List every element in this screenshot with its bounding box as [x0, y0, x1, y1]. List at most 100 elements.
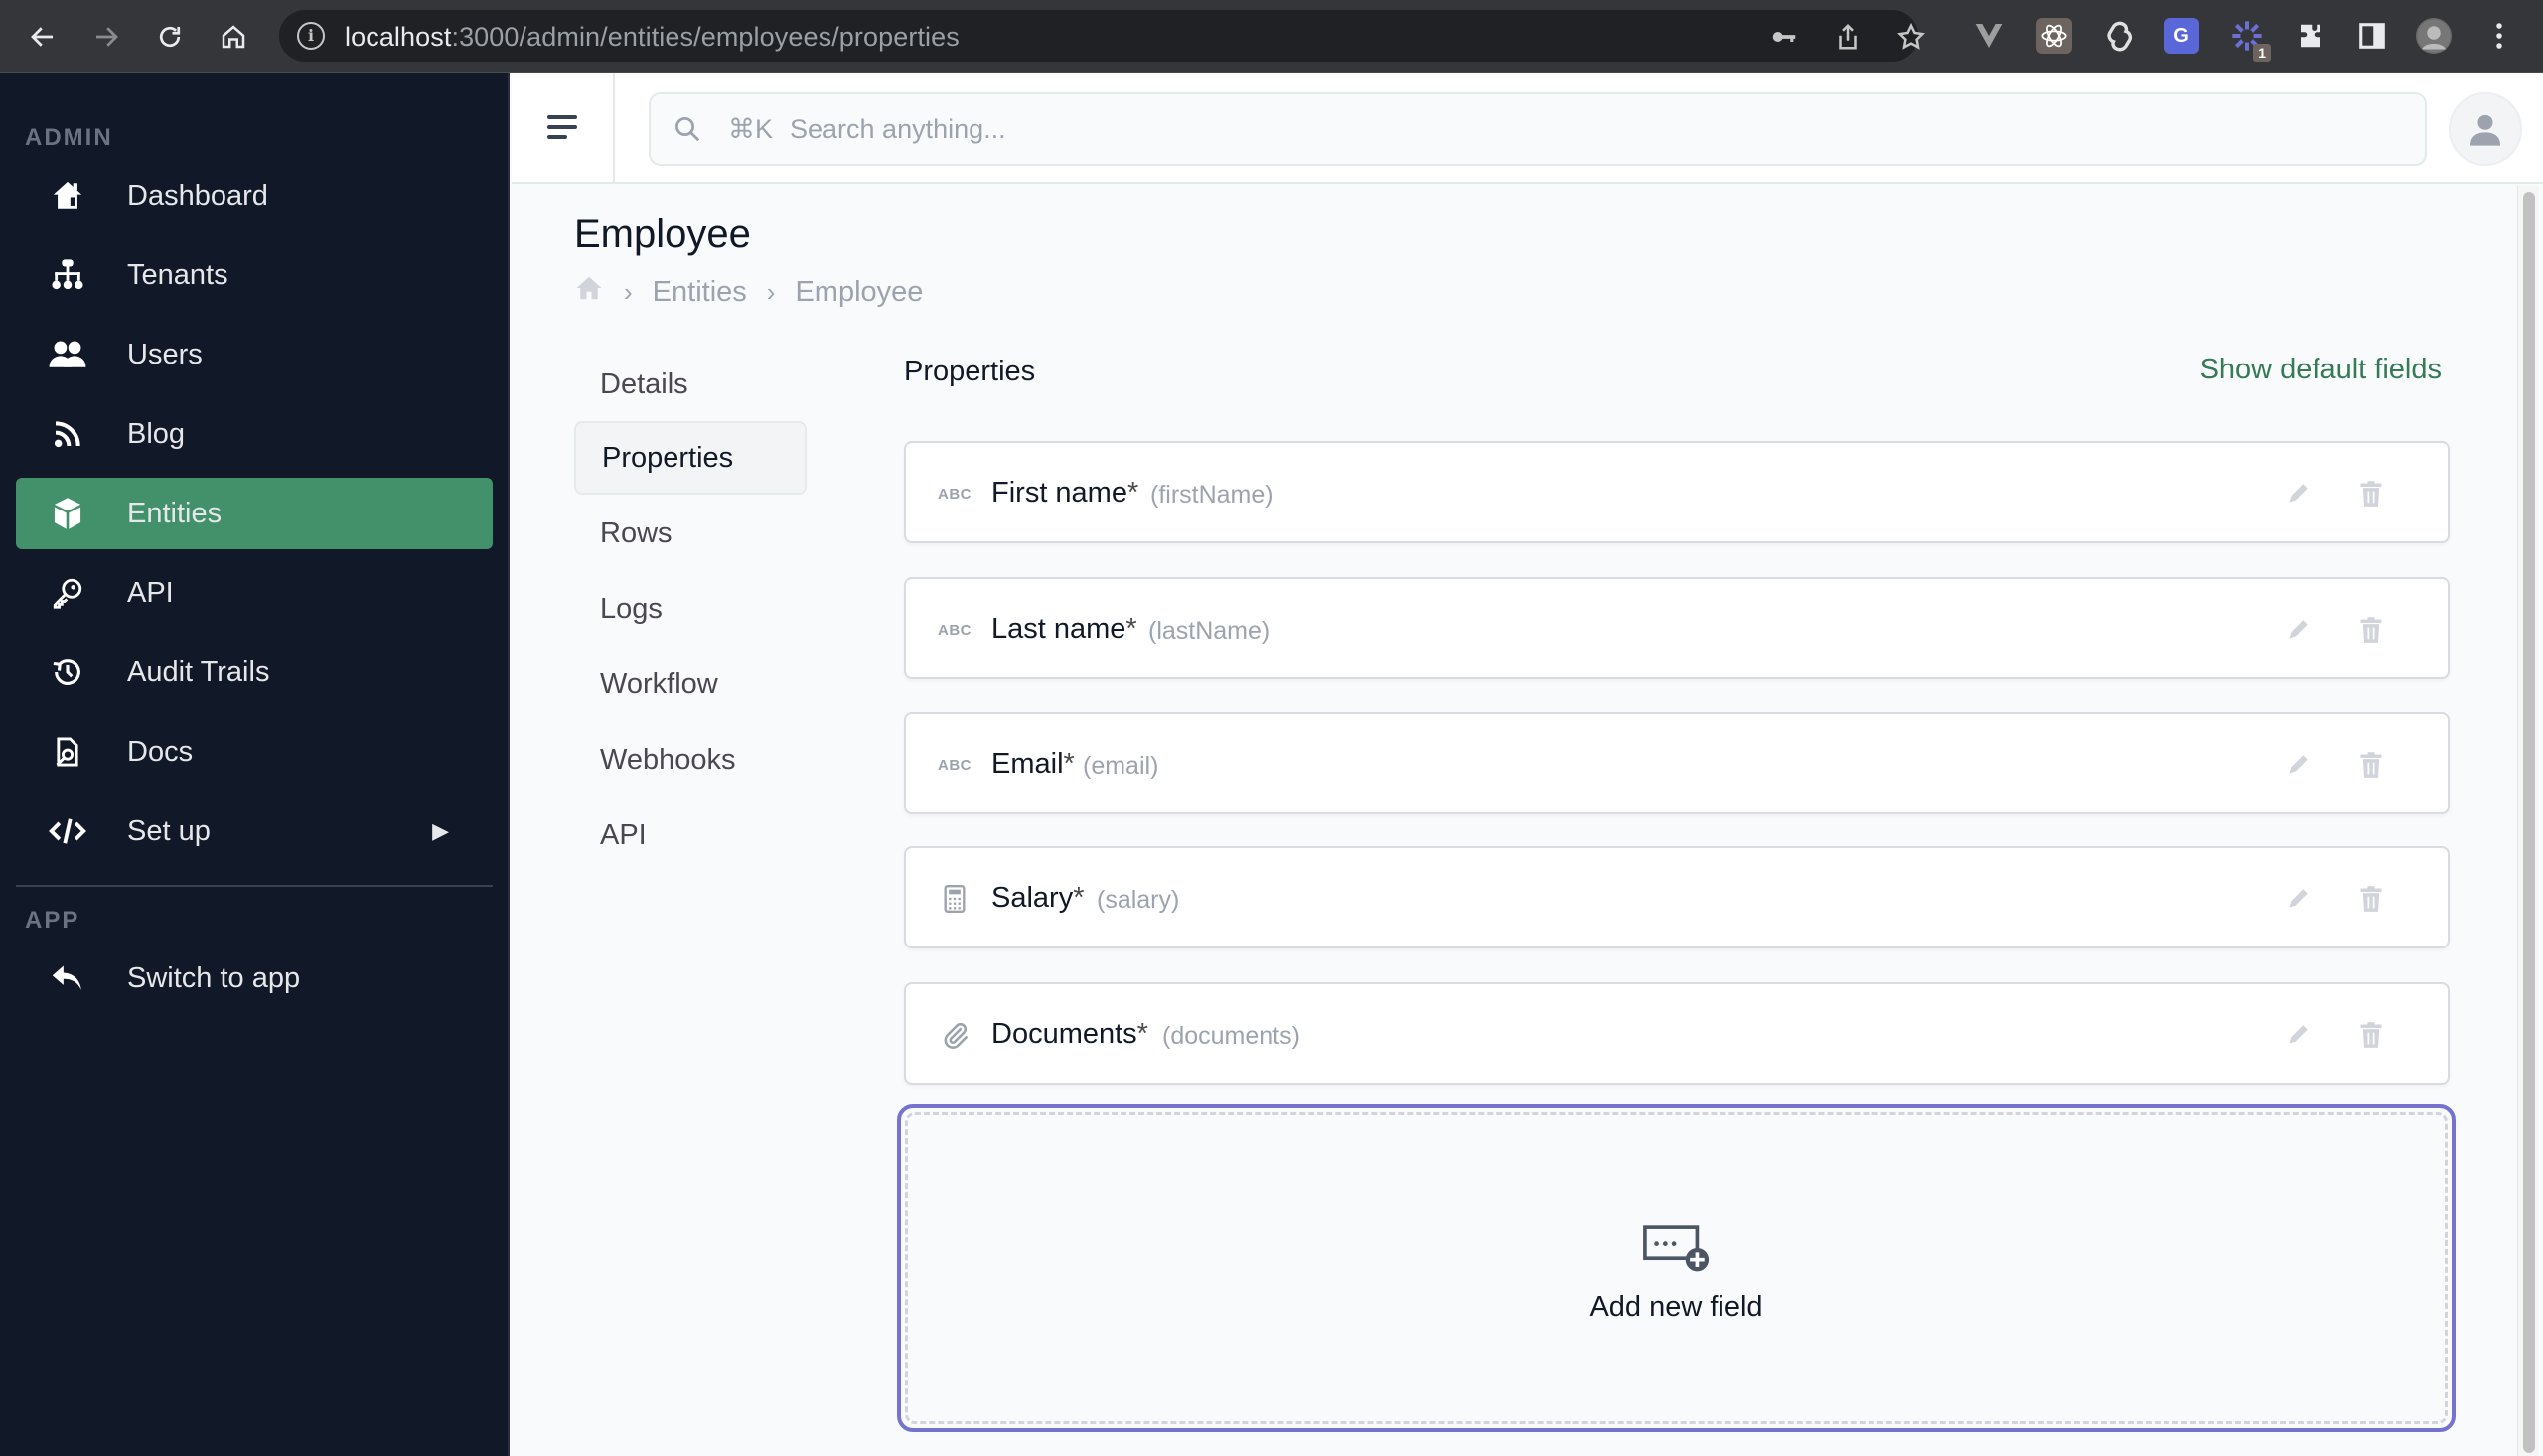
page-title: Employee [574, 213, 751, 256]
search-icon [673, 114, 702, 149]
sidebar-item-tenants[interactable]: Tenants [16, 239, 493, 311]
property-row-documents[interactable]: Documents* (documents) [904, 982, 2450, 1085]
delete-property-button[interactable] [2354, 613, 2388, 647]
section-label-app: APP [25, 907, 80, 934]
back-button[interactable] [24, 18, 62, 56]
loading-spinner-extension-icon[interactable]: 1 [2229, 18, 2271, 62]
delete-property-button[interactable] [2354, 748, 2388, 782]
menu-toggle-button[interactable] [512, 73, 615, 182]
site-info-icon[interactable]: i [297, 22, 325, 50]
delete-property-button[interactable] [2354, 1018, 2388, 1052]
tab-rows[interactable]: Rows [574, 497, 807, 570]
property-row-first-name[interactable]: ABC First name* (firstName) [904, 441, 2450, 543]
property-key: (lastName) [1148, 617, 1271, 645]
property-row-email[interactable]: ABC Email* (email) [904, 712, 2450, 814]
edit-property-button[interactable] [2281, 477, 2315, 510]
add-field-icon [1642, 1224, 1712, 1278]
edit-property-button[interactable] [2281, 882, 2315, 916]
property-label: Salary* [991, 882, 1085, 914]
pencil-icon [2289, 1025, 2308, 1044]
kebab-menu-icon[interactable] [2481, 18, 2517, 54]
tab-logs[interactable]: Logs [574, 572, 807, 646]
calculator-icon [938, 882, 972, 916]
delete-property-button[interactable] [2354, 477, 2388, 510]
password-key-icon[interactable] [1769, 22, 1799, 52]
sidebar-item-dashboard[interactable]: Dashboard [16, 160, 493, 231]
add-new-field-button[interactable]: Add new field [897, 1104, 2456, 1432]
pencil-icon [2289, 889, 2308, 908]
sidebar-item-label: Switch to app [127, 961, 301, 994]
tab-details[interactable]: Details [574, 348, 807, 421]
edit-property-button[interactable] [2281, 748, 2315, 782]
text-type-icon: ABC [938, 756, 972, 774]
home-icon [48, 176, 87, 216]
sidebar-item-docs[interactable]: Docs [16, 716, 493, 788]
breadcrumb-employee[interactable]: Employee [795, 276, 923, 309]
extension-badge: 1 [2253, 44, 2271, 62]
profile-avatar-icon[interactable] [2416, 18, 2452, 54]
property-row-last-name[interactable]: ABC Last name* (lastName) [904, 577, 2450, 679]
show-default-fields-button[interactable]: Show default fields [2200, 354, 2442, 386]
forward-button[interactable] [87, 18, 125, 56]
chevron-right-icon: › [766, 276, 776, 307]
sidebar-item-users[interactable]: Users [16, 319, 493, 390]
google-translate-extension-icon[interactable]: G [2164, 18, 2199, 54]
user-avatar-button[interactable] [2449, 92, 2522, 166]
user-icon [2470, 114, 2500, 146]
breadcrumb-home[interactable] [574, 273, 604, 311]
property-key: (firstName) [1150, 481, 1273, 509]
sidebar-item-audit-trails[interactable]: Audit Trails [16, 637, 493, 708]
pencil-icon [2289, 620, 2308, 639]
sidebar-item-blog[interactable]: Blog [16, 398, 493, 470]
search-input[interactable] [790, 114, 2379, 145]
edit-property-button[interactable] [2281, 1018, 2315, 1052]
sidebar-item-entities[interactable]: Entities [16, 478, 493, 549]
tab-properties[interactable]: Properties [574, 421, 807, 495]
arrow-right-icon [96, 27, 118, 47]
sidebar-item-api[interactable]: API [16, 557, 493, 629]
trash-icon [2360, 617, 2382, 643]
property-label: Documents* [991, 1018, 1148, 1050]
home-button[interactable] [215, 18, 252, 56]
react-devtools-extension-icon[interactable] [2036, 18, 2072, 54]
bookmark-star-icon[interactable] [1896, 22, 1926, 52]
property-label: Last name* [991, 613, 1137, 645]
section-label-admin: ADMIN [25, 124, 113, 151]
scrollbar-thumb[interactable] [2523, 192, 2535, 1453]
menu-line [547, 135, 567, 139]
side-panel-icon[interactable] [2354, 18, 2390, 54]
tab-webhooks[interactable]: Webhooks [574, 723, 807, 797]
pencil-icon [2289, 755, 2308, 774]
page-scrollbar[interactable] [2517, 186, 2539, 1456]
delete-property-button[interactable] [2354, 882, 2388, 916]
add-new-field-label: Add new field [1589, 1291, 1763, 1323]
share-icon[interactable] [1833, 22, 1863, 52]
key-icon [48, 573, 87, 613]
reply-arrow-icon [48, 958, 87, 998]
sidebar-divider [16, 885, 493, 887]
code-icon [48, 811, 87, 851]
svelte-extension-icon[interactable] [2100, 18, 2136, 54]
text-type-icon: ABC [938, 621, 972, 639]
sidebar-item-switch-to-app[interactable]: Switch to app [16, 943, 493, 1014]
tab-api[interactable]: API [574, 799, 807, 872]
search-bar[interactable]: ⌘K [649, 92, 2427, 166]
edit-property-button[interactable] [2281, 613, 2315, 647]
breadcrumb-entities[interactable]: Entities [653, 276, 747, 309]
sidebar-item-label: Set up [127, 814, 211, 847]
trash-icon [2360, 886, 2382, 912]
extensions-puzzle-icon[interactable] [2293, 18, 2328, 54]
tab-workflow[interactable]: Workflow [574, 648, 807, 721]
trash-icon [2360, 752, 2382, 778]
vue-devtools-extension-icon[interactable] [1971, 18, 2007, 54]
property-row-salary[interactable]: Salary* (salary) [904, 846, 2450, 948]
cube-icon [48, 494, 87, 533]
trash-icon [2360, 1022, 2382, 1048]
property-key: (salary) [1097, 886, 1180, 914]
search-shortcut: ⌘K [728, 114, 774, 144]
history-icon [48, 653, 87, 692]
reload-button[interactable] [151, 18, 189, 56]
address-bar[interactable]: i localhost:3000/admin/entities/employee… [279, 10, 1925, 62]
sidebar-item-set-up[interactable]: Set up ▶ [16, 796, 493, 867]
users-icon [48, 335, 87, 374]
